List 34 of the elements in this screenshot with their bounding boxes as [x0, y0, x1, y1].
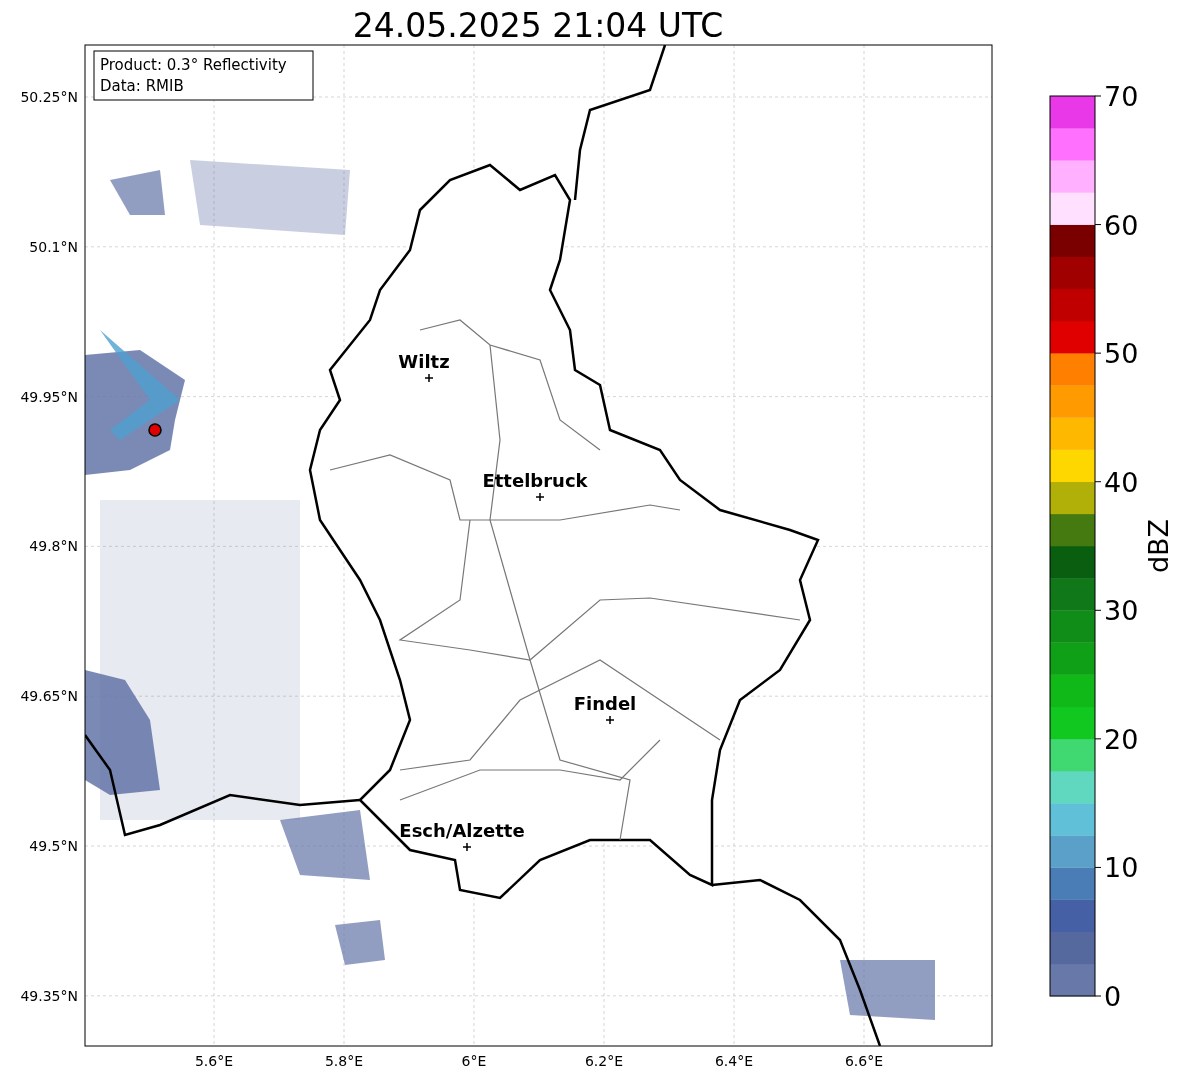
colorbar-tick-label: 0 — [1104, 981, 1122, 1012]
longitude-tick-label: 6.2°E — [584, 1053, 624, 1069]
place-label: Esch/Alzette — [399, 820, 525, 841]
longitude-tick-label: 5.8°E — [324, 1053, 364, 1069]
latitude-tick-label: 49.8°N — [29, 538, 78, 555]
colorbar-tick-label: 60 — [1104, 209, 1139, 241]
colorbar-tick-label: 10 — [1104, 852, 1139, 884]
colorbar-label: dBZ — [1143, 518, 1174, 574]
place-label: Ettelbruck — [482, 470, 588, 491]
colorbar-tick-label: 40 — [1104, 466, 1139, 498]
latitude-tick-label: 50.1°N — [29, 238, 78, 255]
place-marker-icon — [424, 373, 434, 383]
info-text: Data: RMIB — [100, 77, 184, 95]
colorbar-tick-label: 70 — [1104, 81, 1139, 112]
longitude-tick-label: 6.6°E — [844, 1053, 884, 1069]
colorbar-tick-label: 20 — [1104, 723, 1139, 755]
latitude-tick-label: 49.95°N — [20, 388, 78, 405]
longitude-tick-label: 5.6°E — [194, 1053, 234, 1069]
info-text: Product: 0.3° Reflectivity — [100, 56, 287, 74]
place-label: Wiltz — [398, 351, 450, 372]
place-marker-icon — [605, 715, 615, 725]
longitude-tick-label: 6°E — [461, 1053, 487, 1069]
latitude-tick-label: 50.25°N — [20, 89, 78, 105]
chart-title: 24.05.2025 21:04 UTC — [352, 6, 724, 45]
place-marker-icon — [462, 842, 472, 852]
colorbar-tick-label: 30 — [1104, 595, 1139, 627]
radar-site-marker — [148, 423, 162, 437]
place-label: Findel — [573, 693, 637, 714]
latitude-tick-label: 49.65°N — [20, 688, 78, 705]
latitude-tick-label: 49.35°N — [20, 987, 78, 1004]
latitude-tick-label: 49.5°N — [29, 838, 78, 854]
colorbar-tick-label: 50 — [1104, 338, 1139, 370]
place-marker-icon — [535, 492, 545, 502]
longitude-tick-label: 6.4°E — [714, 1053, 754, 1069]
